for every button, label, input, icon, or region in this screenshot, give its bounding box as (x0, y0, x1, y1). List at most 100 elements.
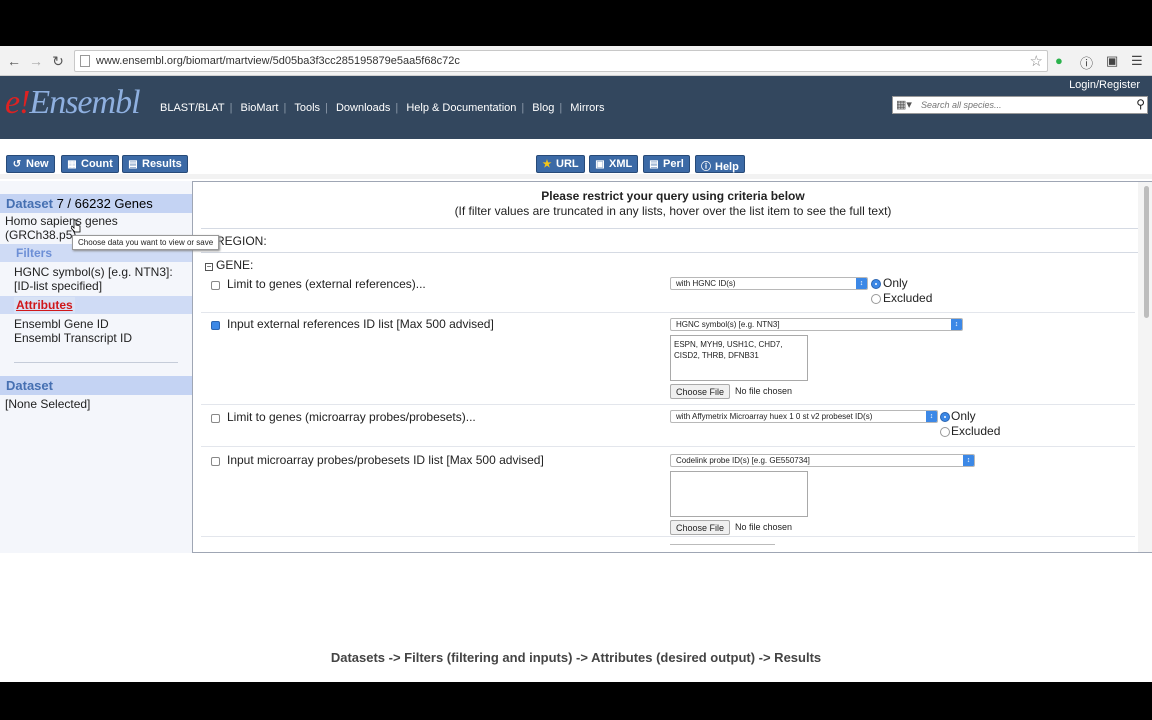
perl-button[interactable]: ▤ Perl (643, 155, 690, 173)
select-value: Codelink probe ID(s) [e.g. GE550734] (676, 456, 810, 465)
count-icon: ▦ (67, 159, 77, 170)
screen: ← → ↻ www.ensembl.org/biomart/martview/5… (0, 46, 1152, 682)
region-section[interactable]: +REGION: (201, 228, 1139, 250)
count-button[interactable]: ▦ Count (61, 155, 119, 173)
logo-exclamation: ! (19, 84, 30, 121)
pointer-cursor-icon (71, 219, 81, 233)
new-icon: ↺ (12, 159, 22, 170)
choose-file-button[interactable]: Choose File (670, 384, 731, 399)
nav-downloads[interactable]: Downloads (336, 102, 390, 114)
scrollbar[interactable] (1138, 182, 1152, 552)
external-id-textarea[interactable]: ESPN, MYH9, USH1C, CHD7, CISD2, THRB, DF… (670, 335, 808, 381)
excluded-label: Excluded (951, 424, 1001, 438)
input-microarray-checkbox[interactable] (211, 457, 220, 466)
dataset2-none: [None Selected] (5, 397, 91, 411)
reload-icon[interactable]: ↻ (50, 53, 66, 69)
panel-title: Please restrict your query using criteri… (541, 189, 805, 203)
search-input[interactable] (921, 98, 1121, 112)
ensembl-logo[interactable]: e!Ensembl (5, 84, 141, 122)
workflow-caption: Datasets -> Filters (filtering and input… (330, 650, 822, 665)
star-icon: ★ (542, 159, 552, 170)
species-line: Homo sapiens genes (5, 214, 118, 228)
nav-mirrors[interactable]: Mirrors (570, 102, 604, 114)
help-button[interactable]: ⓘ Help (695, 155, 745, 173)
page-icon (80, 55, 90, 67)
address-bar[interactable]: www.ensembl.org/biomart/martview/5d05ba3… (74, 50, 1048, 72)
limit-external-select[interactable]: with HGNC ID(s) ↕ (670, 277, 868, 290)
dataset2-header[interactable]: Dataset (0, 376, 192, 395)
attribute-summary: Ensembl Gene ID Ensembl Transcript ID (14, 317, 132, 345)
new-button[interactable]: ↺ New (6, 155, 55, 173)
xml-icon: ▣ (595, 159, 605, 170)
chevron-down-icon: ↕ (963, 455, 974, 466)
input-microarray-select[interactable]: Codelink probe ID(s) [e.g. GE550734] ↕ (670, 454, 975, 467)
species-search: ▦▾ ⚲ (892, 96, 1148, 114)
limit-microarray-label: Limit to genes (microarray probes/probes… (227, 410, 476, 424)
collapse-icon[interactable]: − (205, 263, 213, 271)
filter-summary-line: [ID-list specified] (14, 279, 103, 293)
chevron-down-icon: ↕ (951, 319, 962, 330)
url-text: www.ensembl.org/biomart/martview/5d05ba3… (96, 55, 460, 67)
input-external-label: Input external references ID list [Max 5… (227, 317, 494, 331)
attributes-header: Attributes (0, 296, 192, 314)
forward-icon[interactable]: → (28, 53, 44, 69)
results-button[interactable]: ▤ Results (122, 155, 188, 173)
filter-row-input-external: Input external references ID list [Max 5… (201, 313, 1135, 405)
logo-e: e (5, 84, 20, 121)
input-external-checkbox[interactable] (211, 321, 220, 330)
back-icon[interactable]: ← (6, 53, 22, 69)
input-external-select[interactable]: HGNC symbol(s) [e.g. NTN3] ↕ (670, 318, 963, 331)
bookmark-star-icon[interactable]: ☆ (1030, 52, 1043, 70)
toolbar-divider (0, 174, 1152, 179)
excluded-label: Excluded (883, 291, 933, 305)
limit-microarray-select[interactable]: with Affymetrix Microarray huex 1 0 st v… (670, 410, 938, 423)
search-icon[interactable]: ⚲ (1136, 97, 1145, 111)
dataset-label: Dataset (6, 196, 53, 211)
scrollbar-thumb[interactable] (1144, 186, 1149, 318)
gene-label: GENE: (216, 258, 254, 272)
nav-separator: | (521, 102, 525, 114)
nav-biomart[interactable]: BioMart (241, 102, 279, 114)
microarray-id-textarea[interactable] (670, 471, 808, 517)
excluded-radio[interactable] (940, 427, 950, 437)
chevron-down-icon: ↕ (856, 278, 867, 289)
dataset-header[interactable]: Dataset 7 / 66232 Genes (0, 194, 192, 213)
panel-subtitle: (If filter values are truncated in any l… (454, 204, 892, 218)
nav-blog[interactable]: Blog (532, 102, 554, 114)
species-dropdown-icon[interactable]: ▦▾ (896, 98, 912, 111)
info-icon[interactable]: ⓘ (1080, 53, 1093, 72)
login-register-link[interactable]: Login/Register (1069, 79, 1140, 91)
perl-icon: ▤ (649, 159, 659, 170)
only-radio[interactable] (940, 412, 950, 422)
limit-external-checkbox[interactable] (211, 281, 220, 290)
nav-help[interactable]: Help & Documentation (406, 102, 516, 114)
attributes-link[interactable]: Attributes (14, 297, 75, 313)
nav-tools[interactable]: Tools (294, 102, 320, 114)
nav-blast[interactable]: BLAST/BLAT (160, 102, 225, 114)
menu-icon[interactable]: ☰ (1131, 53, 1143, 69)
url-button[interactable]: ★ URL (536, 155, 585, 173)
perl-label: Perl (663, 158, 684, 170)
limit-microarray-checkbox[interactable] (211, 414, 220, 423)
no-file-label: No file chosen (735, 386, 793, 396)
filter-summary-line: HGNC symbol(s) [e.g. NTN3]: (14, 265, 173, 279)
xml-button[interactable]: ▣ XML (589, 155, 639, 173)
nav-separator: | (229, 102, 233, 114)
logo-text: Ensembl (29, 84, 140, 121)
excluded-radio[interactable] (871, 294, 881, 304)
extension-evernote-icon[interactable]: ● (1055, 53, 1063, 68)
only-label: Only (883, 276, 908, 290)
nav-separator: | (283, 102, 287, 114)
region-label: REGION: (216, 234, 267, 248)
nav-separator: | (395, 102, 399, 114)
only-label: Only (951, 409, 976, 423)
nav-separator: | (559, 102, 563, 114)
choose-file-button[interactable]: Choose File (670, 520, 731, 535)
cast-icon[interactable]: ▣ (1106, 53, 1118, 69)
gene-section[interactable]: − GENE: (201, 252, 1139, 274)
filter-row-limit-microarray: Limit to genes (microarray probes/probes… (201, 405, 1135, 447)
xml-label: XML (609, 158, 633, 170)
only-radio[interactable] (871, 279, 881, 289)
partial-select-edge (670, 544, 775, 545)
nav-separator: | (325, 102, 328, 114)
